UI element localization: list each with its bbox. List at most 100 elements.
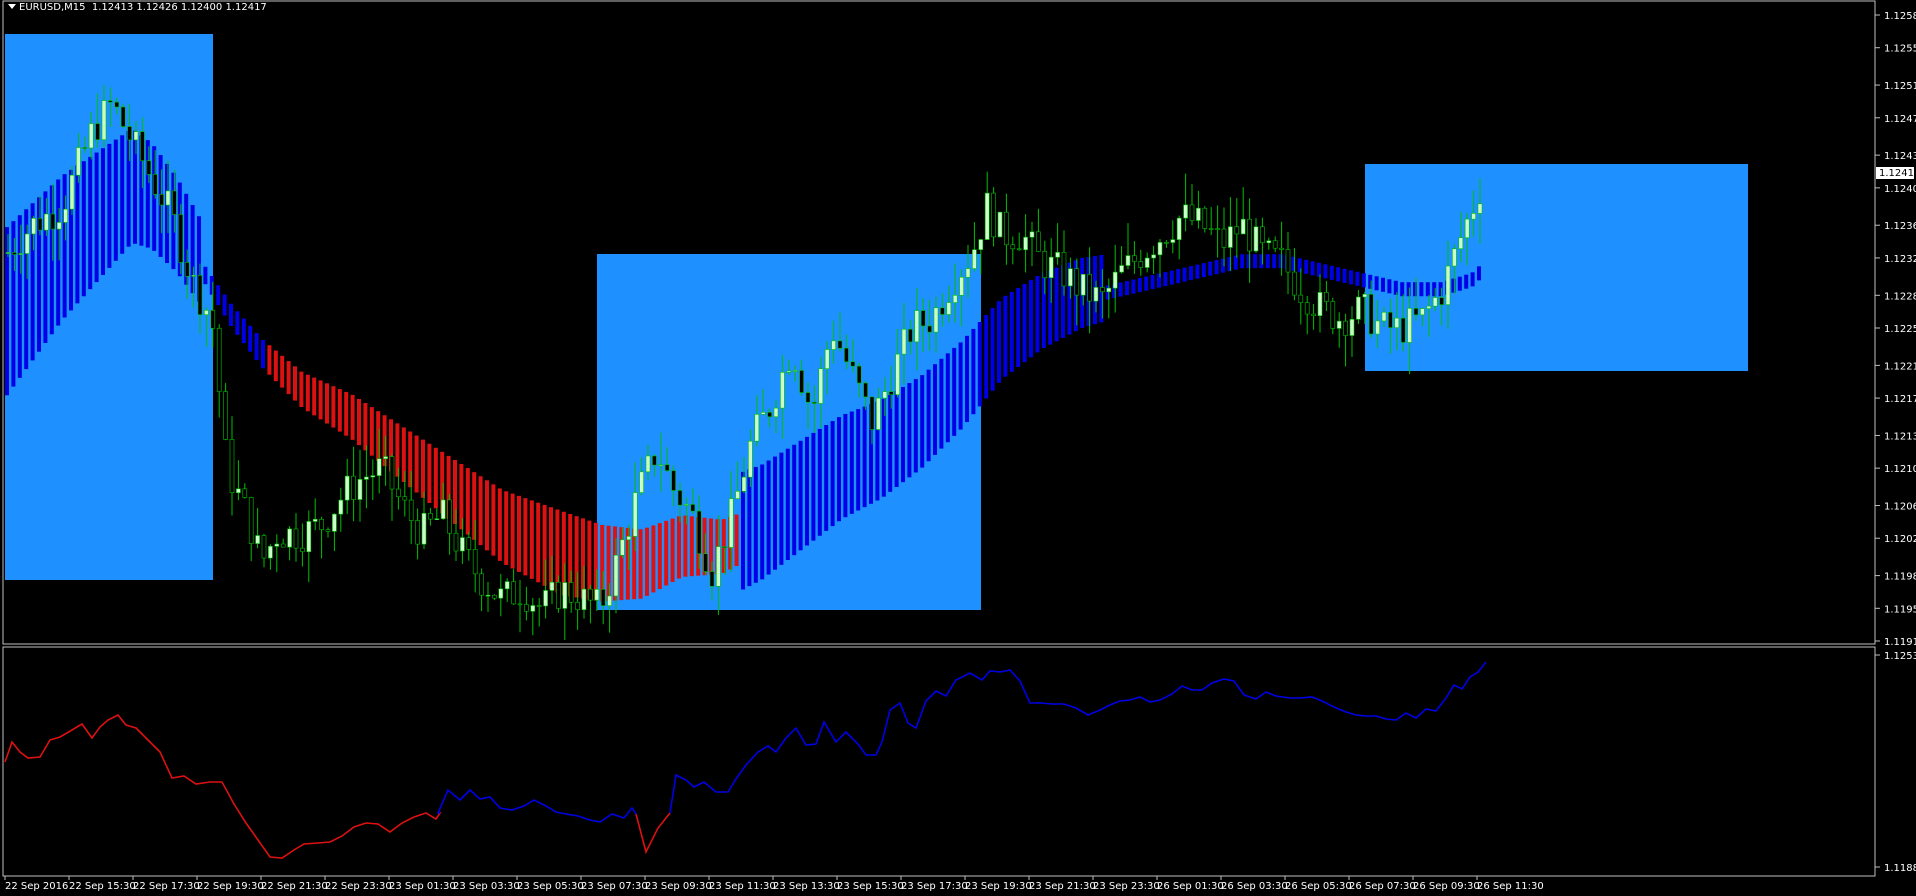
candle-body xyxy=(1151,254,1156,259)
ribbon-bar xyxy=(305,374,310,412)
ribbon-bar xyxy=(427,443,432,504)
candle-body xyxy=(1311,313,1316,316)
candle-body xyxy=(562,582,568,609)
candle-body xyxy=(12,252,17,255)
candle-body xyxy=(95,123,100,140)
candle-body xyxy=(728,498,734,548)
candle-body xyxy=(1144,257,1150,268)
ribbon-bar xyxy=(421,439,425,498)
ribbon-bar xyxy=(901,386,905,483)
ribbon-bar xyxy=(497,488,502,561)
ribbon-bar xyxy=(670,518,675,582)
candle-body xyxy=(959,276,964,296)
candle-body xyxy=(1106,287,1112,293)
ribbon-bar xyxy=(478,476,483,546)
time-axis-label: 23 Sep 05:30 xyxy=(517,881,584,892)
candle-body xyxy=(556,581,561,609)
candle-body xyxy=(223,391,228,440)
time-axis-label: 22 Sep 15:30 xyxy=(69,881,136,892)
time-axis-label: 23 Sep 01:30 xyxy=(389,881,456,892)
candle-body xyxy=(773,407,779,418)
candle-body xyxy=(626,536,632,541)
ribbon-bar xyxy=(1457,276,1462,291)
candle-body xyxy=(1036,231,1041,252)
candle-body xyxy=(1215,228,1220,231)
candle-body xyxy=(1208,228,1214,230)
candle-body xyxy=(1196,207,1201,221)
time-axis-label: 23 Sep 03:30 xyxy=(453,881,520,892)
candle-body xyxy=(146,160,152,175)
dropdown-triangle-icon[interactable] xyxy=(8,4,16,9)
ribbon-bar xyxy=(977,321,982,407)
candle-body xyxy=(1272,240,1278,249)
candle-body xyxy=(498,588,504,599)
candle-body xyxy=(895,353,900,395)
ribbon-bar xyxy=(849,411,854,514)
ribbon-bar xyxy=(1131,279,1136,294)
ribbon-bar xyxy=(293,366,297,401)
candle-body xyxy=(364,476,369,480)
ribbon-bar xyxy=(830,421,835,527)
ribbon-bar xyxy=(216,285,221,306)
candle-body xyxy=(319,518,324,530)
ribbon-bar xyxy=(1336,267,1341,282)
candle-body xyxy=(5,252,11,254)
chart-canvas[interactable]: 1.12585 1.12550 1.12510 1.12475 1.12435 1.124… xyxy=(0,0,1916,896)
ribbon-bar xyxy=(222,294,227,316)
candle-body xyxy=(280,543,286,548)
candle-body xyxy=(1247,218,1252,252)
candle-body xyxy=(709,571,715,587)
candle-body xyxy=(133,131,139,141)
ribbon-bar xyxy=(203,266,208,285)
candle-body xyxy=(1004,211,1009,246)
time-axis-label: 26 Sep 11:30 xyxy=(1477,881,1544,892)
ribbon-bar xyxy=(75,165,80,304)
candle-body xyxy=(1426,305,1432,309)
candle-body xyxy=(1260,226,1265,244)
candle-body xyxy=(1112,271,1118,289)
candle-body xyxy=(1330,301,1336,329)
candle-body xyxy=(261,535,267,559)
ribbon-bar xyxy=(273,350,278,382)
ribbon-bar xyxy=(350,394,355,440)
candle-body xyxy=(1189,204,1195,221)
price-axis-label: 1.12100 xyxy=(1884,464,1916,475)
candle-body xyxy=(1439,297,1444,305)
ribbon-bar xyxy=(1342,268,1347,283)
ribbon-bar xyxy=(1329,265,1334,280)
candle-body xyxy=(600,589,606,606)
ribbon-bar xyxy=(1022,283,1027,363)
indicator-panel[interactable] xyxy=(2,646,1876,877)
candle-body xyxy=(460,537,465,552)
ribbon-bar xyxy=(120,135,125,254)
price-axis-label: 1.11985 xyxy=(1884,572,1916,583)
candle-body xyxy=(760,412,766,415)
ribbon-bar xyxy=(862,406,867,508)
ribbon-bar xyxy=(913,379,918,473)
ribbon-bar xyxy=(805,436,809,546)
price-panel[interactable] xyxy=(2,0,1876,645)
ribbon-bar xyxy=(824,425,829,531)
ribbon-bar xyxy=(286,361,291,395)
ribbon-bar xyxy=(856,409,861,511)
candle-body xyxy=(453,532,459,552)
candle-body xyxy=(1400,317,1406,343)
candle-body xyxy=(248,497,254,544)
candle-body xyxy=(696,510,702,555)
candle-body xyxy=(31,218,36,235)
ribbon-bar xyxy=(753,466,758,583)
candle-body xyxy=(767,412,772,418)
candle-body xyxy=(799,370,804,393)
price-axis-label: 1.12250 xyxy=(1884,324,1916,335)
candle-body xyxy=(479,573,484,596)
candle-body xyxy=(1445,265,1451,305)
ribbon-bar xyxy=(990,308,995,391)
indicator-panel-frame xyxy=(2,646,1876,877)
time-axis-label: 22 Sep 21:30 xyxy=(261,881,328,892)
time-axis-label: 23 Sep 21:30 xyxy=(1029,881,1096,892)
candle-body xyxy=(332,513,337,532)
ribbon-bar xyxy=(1304,259,1309,274)
ribbon-bar xyxy=(1400,282,1405,297)
candle-body xyxy=(44,213,49,231)
symbol-header[interactable]: EURUSD,M15 1.12413 1.12426 1.12400 1.124… xyxy=(8,2,267,13)
